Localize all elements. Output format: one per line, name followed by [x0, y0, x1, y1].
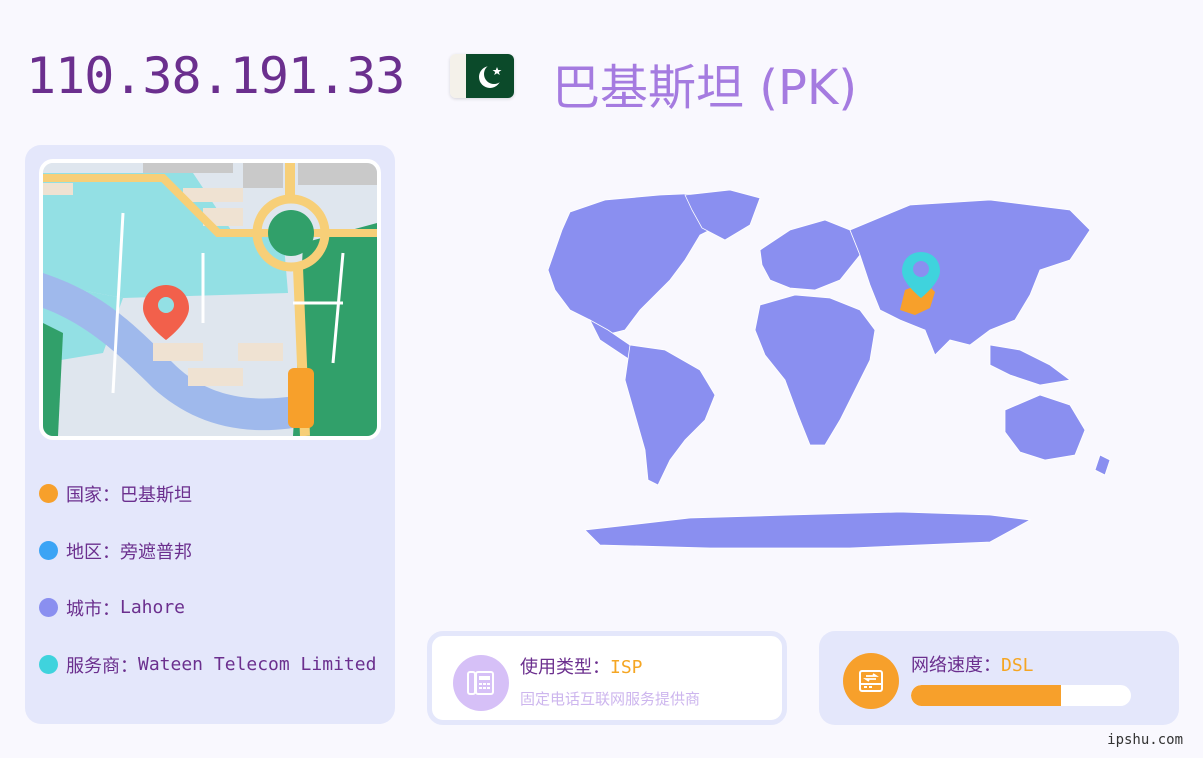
- south-america-shape: [624, 344, 716, 486]
- bullet-dot-icon: [39, 655, 58, 674]
- southeast-asia-shape: [989, 344, 1071, 386]
- network-speed-card: 网络速度：DSL: [819, 631, 1179, 725]
- location-card: 国家： 巴基斯坦 地区： 旁遮普邦 城市： Lahore 服务商： Wateen Teleco…: [25, 145, 395, 724]
- info-row: 城市： Lahore: [39, 579, 376, 636]
- bullet-dot-icon: [39, 598, 58, 617]
- pakistan-flag-icon: [450, 54, 514, 98]
- speed-progress-bar: [911, 685, 1131, 706]
- bullet-dot-icon: [39, 484, 58, 503]
- header-right: 巴基斯坦 (PK): [26, 40, 926, 116]
- network-speed-key: 网络速度：: [911, 655, 1001, 676]
- watermark: ipshu.com: [1107, 732, 1183, 748]
- usage-type-card: 使用类型：ISP 固定电话互联网服务提供商: [427, 631, 787, 725]
- usage-type-key: 使用类型：: [520, 657, 610, 678]
- info-value: Wateen Telecom Limited: [138, 654, 377, 675]
- street-map-thumbnail: [39, 159, 381, 440]
- europe-shape: [759, 219, 861, 291]
- router-icon: [843, 653, 899, 709]
- speed-progress-fill: [911, 685, 1061, 706]
- info-list: 国家： 巴基斯坦 地区： 旁遮普邦 城市： Lahore 服务商： Wateen Teleco…: [39, 465, 376, 693]
- info-label: 服务商：: [66, 655, 138, 677]
- network-speed-label: 网络速度：DSL: [911, 651, 1034, 677]
- antarctica-shape: [584, 511, 1032, 549]
- info-row: 服务商： Wateen Telecom Limited: [39, 636, 376, 693]
- info-value: 旁遮普邦: [120, 541, 192, 563]
- asia-shape: [849, 199, 1091, 356]
- info-label: 国家：: [66, 484, 120, 506]
- info-label: 地区：: [66, 541, 120, 563]
- network-speed-value: DSL: [1001, 655, 1034, 676]
- telephone-icon: [453, 655, 509, 711]
- info-value: 巴基斯坦: [120, 484, 192, 506]
- info-value: Lahore: [120, 597, 186, 618]
- bullet-dot-icon: [39, 541, 58, 560]
- info-label: 城市：: [66, 598, 120, 620]
- world-map: [430, 170, 1170, 570]
- info-row: 地区： 旁遮普邦: [39, 522, 376, 579]
- usage-type-label: 使用类型：ISP: [520, 653, 643, 679]
- usage-type-description: 固定电话互联网服务提供商: [520, 690, 701, 708]
- country-title: 巴基斯坦 (PK): [552, 60, 858, 116]
- info-row: 国家： 巴基斯坦: [39, 465, 376, 522]
- usage-type-value: ISP: [610, 657, 643, 678]
- australia-shape: [1004, 394, 1086, 461]
- new-zealand-shape: [1094, 454, 1111, 476]
- africa-shape: [754, 294, 876, 446]
